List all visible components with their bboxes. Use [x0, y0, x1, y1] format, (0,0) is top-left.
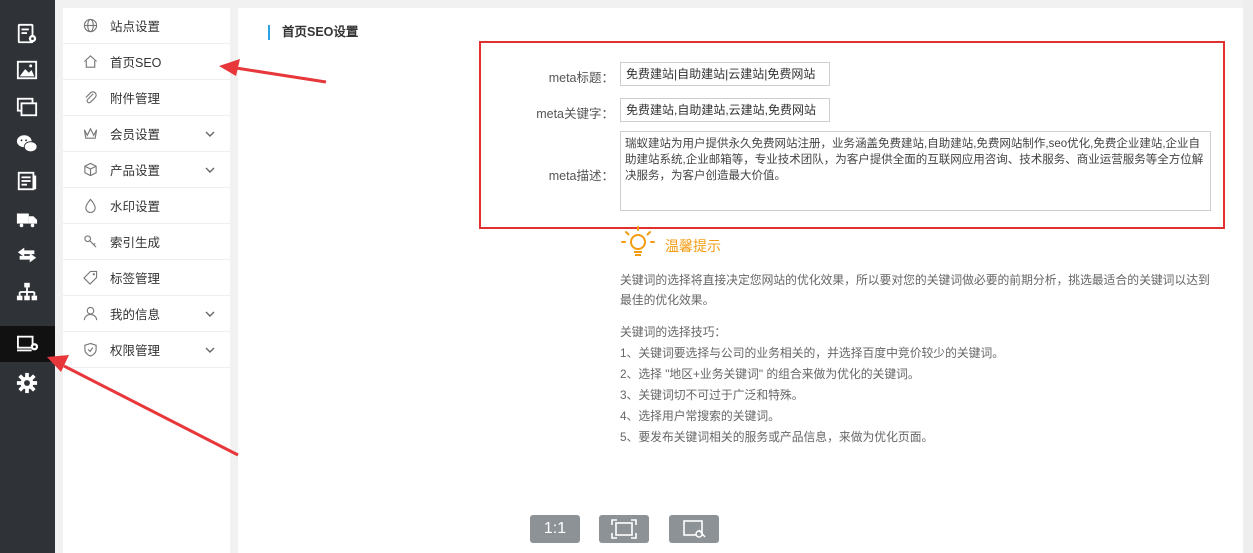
subnav-item-my-info[interactable]: 我的信息 [63, 296, 230, 332]
subnav-item-member-settings[interactable]: 会员设置 [63, 116, 230, 152]
lightbulb-icon [621, 226, 655, 256]
news-icon[interactable] [12, 167, 42, 195]
subnav-label: 索引生成 [110, 236, 161, 250]
delivery-truck-icon[interactable] [12, 205, 42, 233]
tips-skill-item: 3、关键词切不可过于广泛和特殊。 [620, 388, 804, 402]
settings-subnav: 站点设置 首页SEO 附件管理 会员设置 产品设置 水印设置 索引生成 标签管理… [63, 8, 230, 553]
subnav-item-watermark[interactable]: 水印设置 [63, 188, 230, 224]
subnav-label: 水印设置 [110, 200, 161, 214]
tips-skill-item: 4、选择用户常搜索的关键词。 [620, 409, 780, 423]
wechat-icon[interactable] [12, 130, 42, 158]
subnav-item-index-generation[interactable]: 索引生成 [63, 224, 230, 260]
subnav-item-home-seo[interactable]: 首页SEO [63, 44, 230, 80]
index-icon [81, 233, 99, 251]
tag-icon [81, 269, 99, 287]
shield-icon [81, 341, 99, 359]
meta-title-label: meta标题： [548, 71, 614, 85]
exchange-arrows-icon[interactable] [12, 241, 42, 269]
meta-title-input[interactable]: 免费建站|自助建站|云建站|免费网站 [620, 62, 830, 86]
crown-icon [81, 125, 99, 143]
screenshot-edit-icon [683, 520, 706, 538]
fit-screen-icon [611, 519, 637, 539]
tips-skill-item: 2、选择 "地区+业务关键词" 的组合来做为优化的关键词。 [620, 367, 920, 381]
screen: 站点设置 首页SEO 附件管理 会员设置 产品设置 水印设置 索引生成 标签管理… [0, 0, 1253, 553]
subnav-item-site-settings[interactable]: 站点设置 [63, 8, 230, 44]
chevron-down-icon [205, 311, 215, 317]
subnav-item-permissions[interactable]: 权限管理 [63, 332, 230, 368]
window-edge [1243, 0, 1253, 553]
subnav-item-attachments[interactable]: 附件管理 [63, 80, 230, 116]
subnav-label: 产品设置 [110, 164, 161, 178]
subnav-label: 会员设置 [110, 128, 161, 142]
subnav-label: 权限管理 [110, 344, 161, 358]
site-settings-icon[interactable] [0, 326, 55, 362]
sitemap-icon[interactable] [12, 278, 42, 306]
subnav-label: 站点设置 [110, 20, 161, 34]
layers-icon[interactable] [12, 93, 42, 121]
form-settings-icon[interactable] [12, 20, 42, 48]
subnav-label: 标签管理 [110, 272, 161, 286]
home-icon [81, 53, 99, 71]
globe-icon [81, 17, 99, 35]
tips-title: 温馨提示 [665, 238, 721, 254]
tips-intro: 关键词的选择将直接决定您网站的优化效果，所以要对您的关键词做必要的前期分析，挑选… [620, 273, 1210, 307]
tips-skill-item: 5、要发布关键词相关的服务或产品信息，来做为优化页面。 [620, 430, 934, 444]
actual-size-button[interactable]: 1:1 [530, 515, 580, 543]
meta-description-textarea[interactable]: 瑞蚁建站为用户提供永久免费网站注册，业务涵盖免费建站,自助建站,免费网站制作,s… [620, 131, 1211, 211]
subnav-label: 附件管理 [110, 92, 161, 106]
subnav-item-tag-management[interactable]: 标签管理 [63, 260, 230, 296]
cube-icon [81, 161, 99, 179]
tips-skill-item: 1、关键词要选择与公司的业务相关的，并选择百度中竞价较少的关键词。 [620, 346, 1005, 360]
subnav-item-product-settings[interactable]: 产品设置 [63, 152, 230, 188]
chevron-down-icon [205, 347, 215, 353]
meta-keywords-input[interactable]: 免费建站,自助建站,云建站,免费网站 [620, 98, 830, 122]
tips-skills-title: 关键词的选择技巧： [620, 325, 727, 339]
paperclip-icon [81, 89, 99, 107]
meta-description-label: meta描述： [548, 169, 614, 183]
chevron-down-icon [205, 131, 215, 137]
chevron-down-icon [205, 167, 215, 173]
subnav-label: 首页SEO [110, 56, 162, 70]
fit-screen-button[interactable] [599, 515, 649, 543]
image-icon[interactable] [12, 56, 42, 84]
screenshot-edit-button[interactable] [669, 515, 719, 543]
subnav-label: 我的信息 [110, 308, 161, 322]
gear-icon[interactable] [12, 369, 42, 397]
page-title: 首页SEO设置 [268, 25, 358, 40]
user-icon [81, 305, 99, 323]
meta-keywords-label: meta关键字： [536, 107, 614, 121]
icon-rail [0, 0, 55, 553]
droplet-icon [81, 197, 99, 215]
